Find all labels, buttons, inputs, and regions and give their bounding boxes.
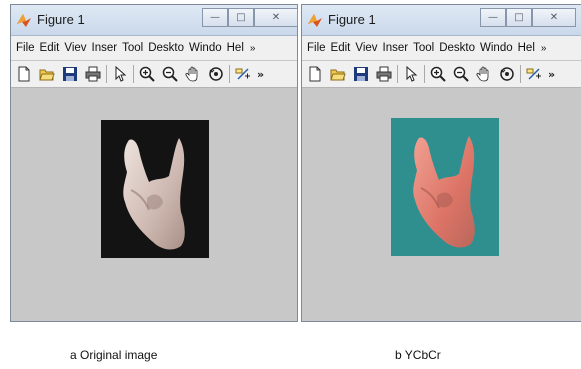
menu-edit[interactable]: Edit: [331, 42, 351, 54]
rotate-3d-icon[interactable]: [206, 64, 226, 84]
menu-desktop[interactable]: Deskto: [439, 42, 475, 54]
matlab-icon: [17, 14, 31, 27]
menu-insert[interactable]: Inser: [92, 42, 118, 54]
window-title: Figure 1: [328, 12, 376, 27]
toolbar-separator: [520, 65, 521, 83]
save-icon[interactable]: [60, 64, 80, 84]
caption-buttons: — □ ✕: [480, 8, 576, 27]
toolbar-overflow[interactable]: »: [257, 68, 264, 81]
rotate-3d-icon[interactable]: [497, 64, 517, 84]
maximize-button[interactable]: □: [228, 8, 254, 27]
toolbar-separator: [106, 65, 107, 83]
minimize-button[interactable]: —: [202, 8, 228, 27]
menu-desktop[interactable]: Deskto: [148, 42, 184, 54]
zoom-out-icon[interactable]: [160, 64, 180, 84]
data-cursor-icon[interactable]: [524, 64, 544, 84]
figure-canvas: [11, 88, 297, 321]
save-icon[interactable]: [351, 64, 371, 84]
zoom-in-icon[interactable]: [428, 64, 448, 84]
close-button[interactable]: ✕: [254, 8, 298, 27]
menu-help[interactable]: Hel: [518, 42, 535, 54]
pointer-icon[interactable]: [401, 64, 421, 84]
toolbar-separator: [133, 65, 134, 83]
menu-file[interactable]: File: [307, 42, 326, 54]
menu-overflow[interactable]: »: [541, 43, 547, 54]
figure-toolbar: »: [11, 61, 297, 88]
zoom-out-icon[interactable]: [451, 64, 471, 84]
menu-window[interactable]: Windo: [480, 42, 513, 54]
print-icon[interactable]: [374, 64, 394, 84]
open-folder-icon[interactable]: [37, 64, 57, 84]
pan-hand-icon[interactable]: [474, 64, 494, 84]
menu-bar: File Edit Viev Inser Tool Deskto Windo H…: [302, 36, 581, 60]
menu-help[interactable]: Hel: [227, 42, 244, 54]
menu-overflow[interactable]: »: [250, 43, 256, 54]
menu-tools[interactable]: Tool: [413, 42, 434, 54]
print-icon[interactable]: [83, 64, 103, 84]
figure-canvas: [302, 88, 581, 321]
pan-hand-icon[interactable]: [183, 64, 203, 84]
close-button[interactable]: ✕: [532, 8, 576, 27]
figure-toolbar: »: [302, 61, 581, 88]
caption-buttons: — □ ✕: [202, 8, 298, 27]
title-bar[interactable]: Figure 1 — □ ✕: [11, 5, 298, 36]
caption-original-image: a Original image: [70, 348, 158, 362]
window-title: Figure 1: [37, 12, 85, 27]
hand-gesture-image: [123, 138, 185, 250]
menu-insert[interactable]: Inser: [383, 42, 409, 54]
menu-view[interactable]: Viev: [64, 42, 86, 54]
figure-window-ycbcr: Figure 1 — □ ✕ File Edit Viev Inser Tool…: [301, 4, 581, 322]
zoom-in-icon[interactable]: [137, 64, 157, 84]
caption-ycbcr: b YCbCr: [395, 348, 441, 362]
toolbar-separator: [424, 65, 425, 83]
pointer-icon[interactable]: [110, 64, 130, 84]
menu-edit[interactable]: Edit: [40, 42, 60, 54]
data-cursor-icon[interactable]: [233, 64, 253, 84]
toolbar-overflow[interactable]: »: [548, 68, 555, 81]
minimize-button[interactable]: —: [480, 8, 506, 27]
original-hand-image: [101, 120, 209, 258]
new-file-icon[interactable]: [14, 64, 34, 84]
menu-view[interactable]: Viev: [355, 42, 377, 54]
title-bar[interactable]: Figure 1 — □ ✕: [302, 5, 581, 36]
figure-window-original: Figure 1 — □ ✕ File Edit Viev Inser Tool…: [10, 4, 298, 322]
menu-tools[interactable]: Tool: [122, 42, 143, 54]
open-folder-icon[interactable]: [328, 64, 348, 84]
ycbcr-hand-image: [391, 118, 499, 256]
menu-bar: File Edit Viev Inser Tool Deskto Windo H…: [11, 36, 297, 60]
maximize-button[interactable]: □: [506, 8, 532, 27]
new-file-icon[interactable]: [305, 64, 325, 84]
hand-gesture-image: [413, 136, 475, 248]
toolbar-separator: [229, 65, 230, 83]
menu-window[interactable]: Windo: [189, 42, 222, 54]
matlab-icon: [308, 14, 322, 27]
figure-comparison: Figure 1 — □ ✕ File Edit Viev Inser Tool…: [0, 0, 581, 369]
toolbar-separator: [397, 65, 398, 83]
menu-file[interactable]: File: [16, 42, 35, 54]
